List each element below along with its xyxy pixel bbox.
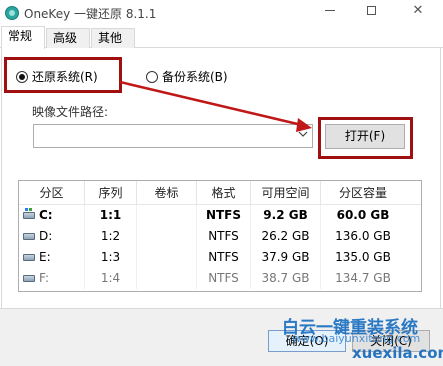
partition-cell: C:	[19, 205, 85, 226]
hard-drive-icon	[23, 208, 35, 219]
column-header-format[interactable]: 格式	[197, 181, 251, 205]
minimize-button[interactable]	[312, 0, 348, 24]
volume-cell	[137, 205, 197, 226]
column-header-sequence[interactable]: 序列	[85, 181, 137, 205]
table-row[interactable]: C: 1:1 NTFS 9.2 GB 60.0 GB	[19, 205, 421, 226]
table-header: 分区 序列 卷标 格式 可用空间 分区容量	[19, 181, 421, 205]
window-title: OneKey 一键还原 8.1.1	[24, 7, 157, 21]
capacity-cell: 60.0 GB	[336, 208, 390, 222]
hard-drive-icon	[23, 275, 35, 282]
onekey-app-icon	[5, 6, 19, 20]
tab-advanced[interactable]: 高级	[46, 28, 90, 48]
capacity-cell: 134.7 GB	[335, 271, 391, 285]
format-cell: NTFS	[197, 268, 251, 289]
partition-cell: D:	[19, 226, 85, 247]
table-row[interactable]: F: 1:4 NTFS 38.7 GB 134.7 GB	[19, 268, 421, 289]
tab-bar: 常规 高级 其他	[0, 26, 443, 49]
tab-other[interactable]: 其他	[91, 28, 135, 48]
sequence-cell: 1:4	[85, 268, 137, 289]
format-cell: NTFS	[197, 205, 251, 226]
partition-cell: E:	[19, 247, 85, 268]
column-header-volume[interactable]: 卷标	[137, 181, 197, 205]
table-row[interactable]: E: 1:3 NTFS 37.9 GB 135.0 GB	[19, 247, 421, 268]
format-cell: NTFS	[197, 226, 251, 247]
maximize-icon	[366, 6, 376, 15]
sequence-cell: 1:2	[85, 226, 137, 247]
maximize-button[interactable]	[353, 0, 389, 24]
volume-cell	[137, 226, 197, 247]
close-icon: ✕	[412, 3, 424, 18]
capacity-cell: 135.0 GB	[335, 250, 391, 264]
table-row[interactable]: D: 1:2 NTFS 26.2 GB 136.0 GB	[19, 226, 421, 247]
partition-cell: F:	[19, 268, 85, 289]
highlight-box-restore	[4, 57, 122, 93]
free-space-cell: 26.2 GB	[251, 226, 321, 247]
radio-unchecked-icon	[146, 70, 158, 83]
free-space-cell: 9.2 GB	[251, 205, 321, 226]
free-space-cell: 38.7 GB	[251, 268, 321, 289]
sequence-cell: 1:1	[85, 205, 137, 226]
image-path-combobox[interactable]	[33, 124, 313, 148]
watermark-site: xuexila.com	[352, 344, 443, 362]
hard-drive-icon	[23, 233, 35, 240]
backup-system-radio[interactable]: 备份系统(B)	[146, 68, 228, 85]
tab-general[interactable]: 常规	[1, 26, 45, 49]
format-cell: NTFS	[197, 247, 251, 268]
partition-letter: E:	[39, 250, 51, 264]
minimize-icon	[325, 10, 335, 11]
partition-letter: D:	[39, 229, 53, 243]
partition-table[interactable]: 分区 序列 卷标 格式 可用空间 分区容量 C: 1:1 NTFS 9.2 GB…	[18, 180, 422, 292]
sequence-cell: 1:3	[85, 247, 137, 268]
partition-letter: F:	[39, 271, 50, 285]
volume-cell	[137, 247, 197, 268]
close-button[interactable]: ✕	[400, 0, 436, 24]
capacity-cell: 136.0 GB	[335, 229, 391, 243]
chevron-down-icon[interactable]	[297, 129, 309, 143]
column-header-capacity[interactable]: 分区容量	[321, 181, 405, 205]
free-space-cell: 37.9 GB	[251, 247, 321, 268]
column-header-partition[interactable]: 分区	[19, 181, 85, 205]
backup-system-label: 备份系统(B)	[162, 70, 228, 84]
highlight-box-open	[318, 117, 413, 159]
hard-drive-icon	[23, 254, 35, 261]
volume-cell	[137, 268, 197, 289]
image-path-label: 映像文件路径:	[32, 105, 109, 119]
table-body: C: 1:1 NTFS 9.2 GB 60.0 GB D: 1:2 NTFS 2…	[19, 205, 421, 289]
partition-letter: C:	[39, 208, 53, 222]
title-bar: OneKey 一键还原 8.1.1 ✕	[0, 0, 443, 26]
column-header-free-space[interactable]: 可用空间	[251, 181, 321, 205]
